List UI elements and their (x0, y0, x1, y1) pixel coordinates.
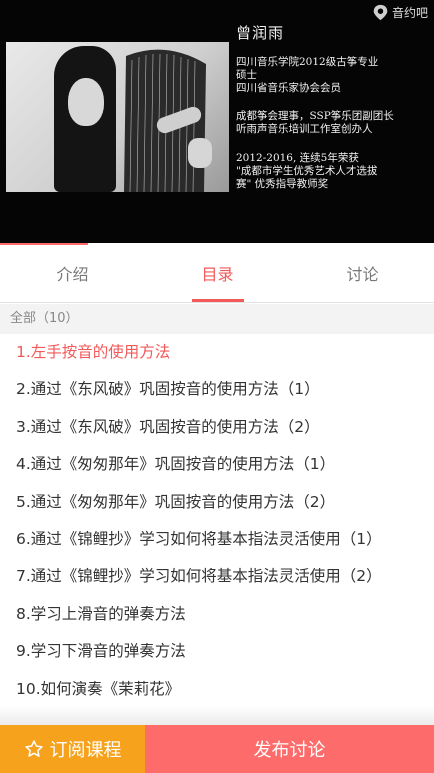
tab-intro[interactable]: 介绍 (0, 243, 145, 303)
tab-catalog[interactable]: 目录 (145, 243, 290, 303)
lesson-item[interactable]: 6.通过《锦鲤抄》学习如何将基本指法灵活使用（1） (0, 521, 434, 558)
tab-bar: 介绍 目录 讨论 (0, 243, 434, 303)
lesson-item[interactable]: 3.通过《东风破》巩固按音的使用方法（2） (0, 409, 434, 446)
bio-paragraph: 2012-2016, 连续5年荣获 "成都市学生优秀艺术人才选拔 赛" 优秀指导… (236, 152, 378, 190)
lesson-item[interactable]: 4.通过《匆匆那年》巩固按音的使用方法（1） (0, 446, 434, 483)
subscribe-label: 订阅课程 (49, 740, 122, 761)
lesson-item[interactable]: 2.通过《东风破》巩固按音的使用方法（1） (0, 371, 434, 408)
active-tab-indicator (192, 299, 244, 302)
brand-name: 音约吧 (391, 6, 428, 20)
star-outline-icon (24, 740, 43, 757)
subscribe-button[interactable]: 订阅课程 (0, 725, 145, 773)
teacher-banner: 音约吧 曾润雨 四川音乐学院2012级古筝专业 硕士 四川省音乐家协会会员 成都… (0, 0, 434, 243)
teacher-name: 曾润雨 (236, 24, 285, 42)
lesson-item[interactable]: 1.左手按音的使用方法 (0, 334, 434, 371)
lesson-filter[interactable]: 全部（10） (0, 304, 434, 334)
tab-discussion[interactable]: 讨论 (290, 243, 434, 303)
lesson-item[interactable]: 9.学习下滑音的弹奏方法 (0, 633, 434, 670)
bottom-action-bar: 订阅课程 发布讨论 (0, 725, 434, 773)
teacher-photo (6, 42, 229, 192)
post-discussion-button[interactable]: 发布讨论 (145, 725, 434, 773)
lesson-item[interactable]: 10.如何演奏《茉莉花》 (0, 671, 434, 708)
bio-paragraph: 四川音乐学院2012级古筝专业 硕士 四川省音乐家协会会员 (236, 56, 379, 94)
lesson-item[interactable]: 8.学习上滑音的弹奏方法 (0, 596, 434, 633)
lesson-list: 1.左手按音的使用方法 2.通过《东风破》巩固按音的使用方法（1） 3.通过《东… (0, 334, 434, 708)
bio-paragraph: 成都筝会理事，SSP筝乐团副团长 听雨声音乐培训工作室创办人 (236, 110, 394, 135)
brand-logo: 音约吧 (372, 4, 428, 21)
lesson-item[interactable]: 7.通过《锦鲤抄》学习如何将基本指法灵活使用（2） (0, 558, 434, 595)
lesson-item[interactable]: 5.通过《匆匆那年》巩固按音的使用方法（2） (0, 484, 434, 521)
location-pin-icon (373, 4, 388, 21)
